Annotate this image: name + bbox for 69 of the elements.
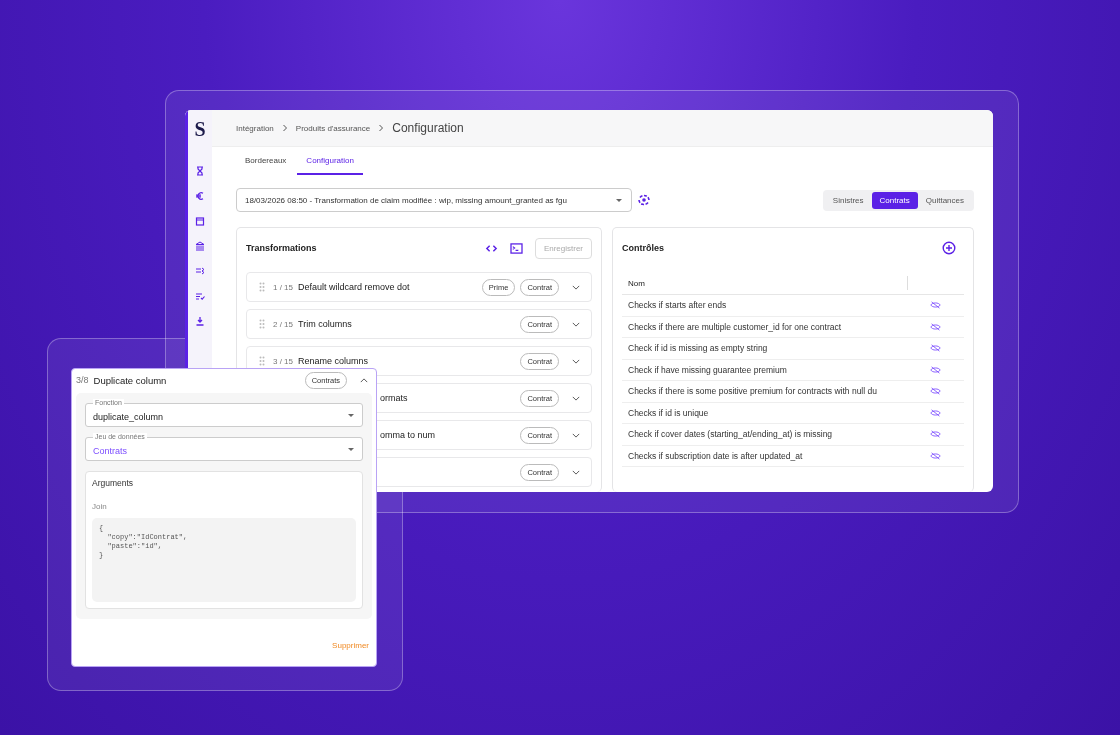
caret-icon: [347, 412, 355, 418]
download-icon[interactable]: [195, 316, 205, 326]
chevron-right-icon: [281, 124, 288, 132]
version-select[interactable]: 18/03/2026 08:50 - Transformation de claim modifiée : wip, missing amount_granted as fgu: [236, 188, 632, 212]
row-name: ormats: [380, 393, 408, 403]
row-name: Default wildcard remove dot: [298, 282, 410, 292]
breadcrumb-link[interactable]: Intégration: [236, 123, 274, 133]
drag-handle-icon[interactable]: [259, 282, 265, 292]
bank-icon[interactable]: [195, 241, 205, 251]
chevron-down-icon[interactable]: [572, 469, 580, 475]
eye-off-icon[interactable]: [930, 344, 941, 353]
card-title: Duplicate column: [93, 374, 167, 386]
tab[interactable]: Bordereaux: [236, 151, 296, 175]
caret-icon: [615, 197, 623, 203]
row-index: 1 / 15: [273, 282, 293, 292]
checklist-icon[interactable]: [195, 291, 205, 301]
section-title: Arguments: [92, 478, 135, 488]
select-value: 18/03/2026 08:50 - Transformation de claim modifiée : wip, missing amount_granted as fgu: [245, 195, 567, 205]
row-name: omma to num: [380, 430, 436, 440]
drag-handle-icon[interactable]: [259, 319, 265, 329]
panel-title: Transformations: [246, 243, 317, 253]
chevron-down-icon[interactable]: [572, 321, 580, 327]
table-cell-text: Check if id is missing as empty string: [627, 343, 769, 354]
table-cell-text: Checks if subscription date is after updated_at: [627, 450, 804, 461]
row-index: 2 / 15: [273, 319, 293, 329]
caret-icon: [347, 446, 355, 452]
eye-off-icon[interactable]: [930, 430, 941, 439]
column-header: Nom: [627, 278, 646, 288]
eye-off-icon[interactable]: [930, 408, 941, 417]
calendar-icon[interactable]: [195, 216, 205, 226]
chevron-down-icon[interactable]: [572, 395, 580, 401]
segment-button[interactable]: Sinistres: [824, 191, 872, 209]
eye-off-icon[interactable]: [930, 322, 941, 331]
table-cell-text: Checks if id is unique: [627, 407, 710, 418]
field-label: Join: [92, 502, 108, 511]
chevron-right-icon: [378, 124, 385, 132]
row-name: Trim columns: [298, 319, 352, 329]
terminal-icon[interactable]: [509, 242, 523, 254]
logo: S: [194, 118, 206, 141]
chevron-down-icon[interactable]: [572, 358, 580, 364]
chevron-down-icon[interactable]: [572, 284, 580, 290]
panel-title: Contrôles: [622, 243, 664, 253]
table-cell-text: Checks if there is some positive premium for contracts with null du: [627, 386, 878, 397]
chevron-down-icon[interactable]: [572, 432, 580, 438]
table-cell-text: Check if have missing guarantee premium: [627, 364, 788, 375]
segment-button[interactable]: Quittances: [917, 191, 972, 209]
eye-off-icon[interactable]: [930, 387, 941, 396]
field-value: Contrats: [93, 445, 127, 456]
table-cell-text: Check if cover dates (starting_at/ending_at) is missing: [627, 429, 834, 440]
euro-icon[interactable]: [195, 191, 205, 201]
row-name: Rename columns: [298, 356, 369, 366]
row-index: 3 / 15: [273, 356, 293, 366]
drag-handle-icon[interactable]: [259, 356, 265, 366]
field-value: duplicate_column: [93, 411, 164, 422]
tab[interactable]: Configuration: [297, 151, 363, 175]
list-icon[interactable]: [195, 266, 205, 276]
segment-button[interactable]: Contrats: [871, 191, 918, 209]
eye-off-icon[interactable]: [930, 301, 941, 310]
add-icon[interactable]: [942, 241, 956, 255]
hourglass-icon[interactable]: [195, 166, 205, 176]
page-title: Configuration: [392, 121, 464, 135]
table-cell-text: Checks if starts after ends: [627, 300, 728, 311]
table-cell-text: Checks if there are multiple customer_id for one contract: [627, 321, 843, 332]
eye-off-icon[interactable]: [930, 365, 941, 374]
row-index: 3/8: [76, 375, 89, 385]
breadcrumb-link[interactable]: Produits d'assurance: [295, 123, 371, 133]
chevron-up-icon[interactable]: [360, 377, 368, 383]
eye-off-icon[interactable]: [930, 451, 941, 460]
restore-icon[interactable]: [637, 193, 651, 207]
